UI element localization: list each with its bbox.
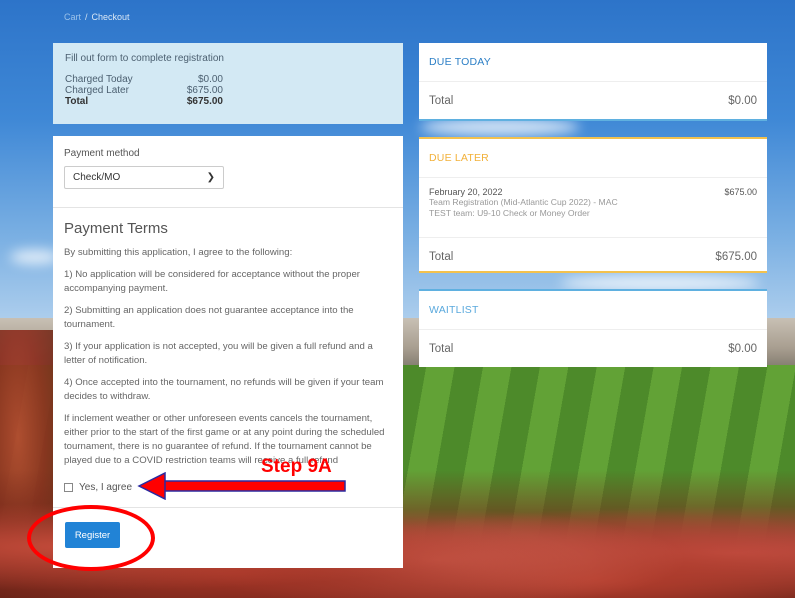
payment-method-value: Check/MO — [73, 172, 121, 183]
due-later-card: DUE LATER February 20, 2022 $675.00 Team… — [419, 137, 767, 273]
agree-checkbox[interactable] — [64, 483, 73, 492]
waitlist-total-row: Total $0.00 — [419, 330, 767, 368]
summary-row-total: Total $675.00 — [65, 96, 223, 107]
summary-table: Charged Today $0.00 Charged Later $675.0… — [65, 74, 223, 107]
waitlist-card: WAITLIST Total $0.00 — [419, 289, 767, 367]
breadcrumb-cart-link[interactable]: Cart — [64, 12, 81, 22]
payment-terms-text: By submitting this application, I agree … — [64, 246, 392, 468]
waitlist-title: WAITLIST — [419, 291, 767, 330]
summary-label: Total — [65, 96, 89, 107]
item-team: TEST team: U9-10 Check or Money Order — [429, 208, 590, 218]
terms-paragraph: 1) No application will be considered for… — [64, 269, 360, 294]
payment-form-card: Payment method Check/MO ❯ Payment Terms … — [53, 136, 403, 568]
summary-value: $675.00 — [186, 96, 223, 107]
summary-intro: Fill out form to complete registration — [65, 53, 224, 64]
payment-terms-title: Payment Terms — [64, 220, 168, 237]
total-value: $0.00 — [728, 95, 757, 107]
summary-value: $675.00 — [186, 85, 223, 96]
due-later-title: DUE LATER — [419, 139, 767, 178]
due-later-item: February 20, 2022 $675.00 Team Registrat… — [419, 178, 767, 238]
terms-paragraph: 3) If your application is not accepted, … — [64, 341, 373, 366]
summary-row-charged-later: Charged Later $675.00 — [65, 85, 223, 96]
item-amount: $675.00 — [724, 187, 757, 197]
chevron-down-icon: ❯ — [206, 172, 215, 183]
terms-paragraph: By submitting this application, I agree … — [64, 247, 293, 258]
due-today-total-row: Total $0.00 — [419, 82, 767, 120]
due-later-total-row: Total $675.00 — [419, 238, 767, 276]
registration-summary: Fill out form to complete registration C… — [53, 43, 403, 124]
summary-label: Charged Later — [65, 85, 129, 96]
total-label: Total — [429, 343, 454, 355]
item-date: February 20, 2022 — [429, 187, 503, 197]
total-value: $675.00 — [715, 251, 757, 263]
payment-method-label: Payment method — [64, 148, 140, 159]
total-label: Total — [429, 251, 454, 263]
breadcrumb-separator: / — [85, 12, 88, 22]
summary-label: Charged Today — [65, 74, 133, 85]
breadcrumb-current: Checkout — [91, 12, 130, 22]
item-description: Team Registration (Mid-Atlantic Cup 2022… — [429, 197, 618, 207]
divider — [53, 207, 403, 208]
total-value: $0.00 — [728, 343, 757, 355]
summary-value: $0.00 — [197, 74, 223, 85]
summary-row-charged-today: Charged Today $0.00 — [65, 74, 223, 85]
total-label: Total — [429, 95, 454, 107]
breadcrumb: Cart / Checkout — [64, 12, 130, 22]
arrow-left-icon — [137, 472, 346, 500]
payment-method-select[interactable]: Check/MO ❯ — [64, 166, 224, 189]
highlight-circle — [27, 505, 155, 571]
due-today-title: DUE TODAY — [419, 43, 767, 82]
terms-paragraph: If inclement weather or other unforeseen… — [64, 413, 385, 466]
terms-paragraph: 2) Submitting an application does not gu… — [64, 305, 354, 330]
terms-paragraph: 4) Once accepted into the tournament, no… — [64, 377, 384, 402]
due-today-card: DUE TODAY Total $0.00 — [419, 43, 767, 121]
agree-label[interactable]: Yes, I agree — [79, 482, 132, 493]
